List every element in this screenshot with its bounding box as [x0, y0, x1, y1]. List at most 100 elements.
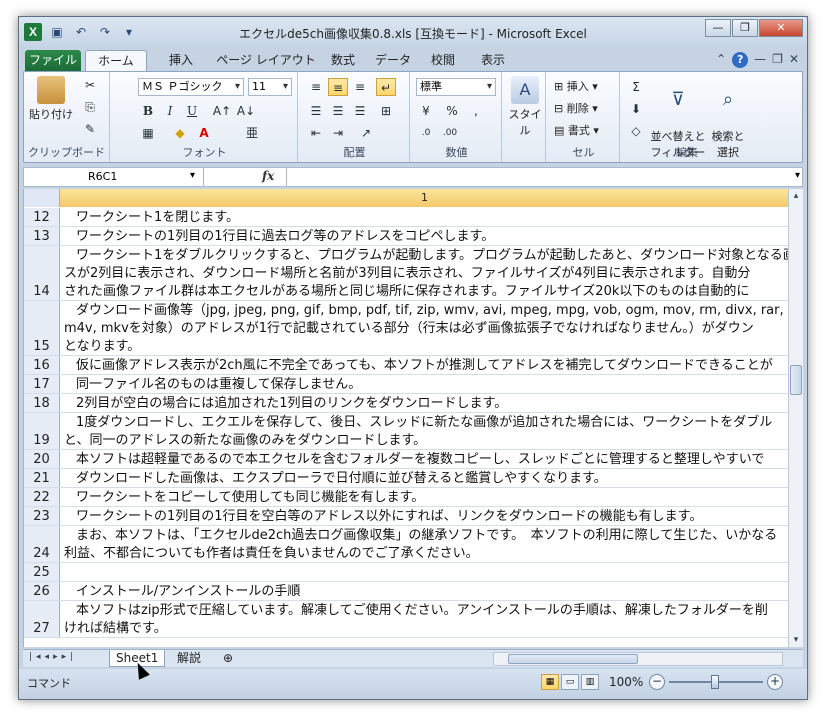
- row-header[interactable]: 19: [24, 413, 60, 449]
- row-header[interactable]: 21: [24, 469, 60, 487]
- doc-restore-icon[interactable]: ❐: [772, 52, 783, 68]
- insert-function-icon[interactable]: fx: [262, 169, 274, 183]
- row-header[interactable]: 20: [24, 450, 60, 468]
- minimize-button[interactable]: —: [705, 19, 731, 37]
- merge-center-icon[interactable]: ⊞: [376, 102, 396, 120]
- table-row[interactable]: 26 インストール/アンインストールの手順: [24, 582, 788, 601]
- zoom-slider-thumb[interactable]: [711, 675, 719, 689]
- tab-view[interactable]: 表示: [471, 50, 515, 71]
- format-painter-icon[interactable]: ✎: [80, 120, 100, 138]
- align-center-icon[interactable]: ☰: [328, 102, 348, 120]
- bold-icon[interactable]: B: [138, 102, 158, 120]
- formula-input[interactable]: [286, 168, 786, 186]
- fill-icon[interactable]: ⬇: [626, 100, 646, 118]
- worksheet-grid[interactable]: 1 12 ワークシート1を閉じます。 13 ワークシートの1列目の1行目に過去ログ等の…: [23, 189, 788, 647]
- zoom-out-icon[interactable]: −: [649, 674, 665, 690]
- zoom-level[interactable]: 100%: [609, 675, 643, 689]
- align-middle-icon[interactable]: ≡: [328, 78, 348, 96]
- row-header[interactable]: 25: [24, 563, 60, 581]
- doc-minimize-icon[interactable]: —: [754, 52, 766, 68]
- table-row[interactable]: 22 ワークシートをコピーして使用しても同じ機能を有します。: [24, 488, 788, 507]
- table-row[interactable]: 24 まお、本ソフトは、「エクセルde2ch過去ログ画像収集」の継承ソフトです。 …: [24, 526, 788, 563]
- row-header[interactable]: 14: [24, 246, 60, 300]
- phonetic-icon[interactable]: 亜: [242, 124, 262, 142]
- format-cells-button[interactable]: ▤ 書式 ▾: [554, 122, 599, 138]
- table-row[interactable]: 23 ワークシートの1列目の1行目を空白等のアドレス以外にすれば、リンクをダウンロ…: [24, 507, 788, 526]
- increase-indent-icon[interactable]: ⇥: [328, 124, 348, 142]
- horizontal-scrollbar[interactable]: [493, 652, 783, 666]
- horizontal-scroll-thumb[interactable]: [508, 654, 638, 664]
- orientation-icon[interactable]: ↗: [356, 124, 376, 142]
- paste-button[interactable]: 貼り付け: [28, 76, 74, 122]
- scroll-down-icon[interactable]: ▾: [789, 633, 803, 647]
- help-icon[interactable]: ?: [732, 52, 749, 68]
- tab-formulas[interactable]: 数式: [321, 50, 365, 71]
- close-button[interactable]: ✕: [759, 19, 803, 37]
- row-header[interactable]: 27: [24, 601, 60, 637]
- sheet-tab-explanation[interactable]: 解説: [171, 650, 207, 667]
- page-break-view-icon[interactable]: ▥: [581, 674, 599, 690]
- doc-close-icon[interactable]: ✕: [789, 52, 799, 68]
- table-row[interactable]: 15 ダウンロード画像等（jpg, jpeg, png, gif, bmp, pd…: [24, 301, 788, 356]
- table-row[interactable]: 19 1度ダウンロードし、エクエルを保存して、後日、スレッドに新たな画像が追加され…: [24, 413, 788, 450]
- shrink-font-icon[interactable]: A↓: [236, 102, 256, 120]
- percent-icon[interactable]: %: [442, 102, 462, 120]
- table-row[interactable]: 14 ワークシート1をダブルクリックすると、プログラムが起動します。プログラムが起…: [24, 246, 788, 301]
- page-layout-view-icon[interactable]: ▭: [561, 674, 579, 690]
- normal-view-icon[interactable]: ▦: [541, 674, 559, 690]
- align-left-icon[interactable]: ☰: [306, 102, 326, 120]
- column-header-1[interactable]: 1: [60, 189, 788, 207]
- grow-font-icon[interactable]: A↑: [212, 102, 232, 120]
- tab-home[interactable]: ホーム: [85, 50, 147, 71]
- name-box[interactable]: R6C1: [24, 168, 204, 186]
- table-row[interactable]: 25: [24, 563, 788, 582]
- vertical-scrollbar[interactable]: ▴ ▾: [788, 189, 803, 647]
- tab-data[interactable]: データ: [371, 50, 415, 71]
- number-format-dropdown[interactable]: 標準: [416, 78, 496, 96]
- row-header[interactable]: 24: [24, 526, 60, 562]
- table-row[interactable]: 18 2列目が空白の場合には追加された1列目のリンクをダウンロードします。: [24, 394, 788, 413]
- insert-cells-button[interactable]: ⊞ 挿入 ▾: [554, 78, 598, 94]
- delete-cells-button[interactable]: ⊟ 削除 ▾: [554, 100, 598, 116]
- autosum-icon[interactable]: Σ: [626, 78, 646, 96]
- row-header[interactable]: 17: [24, 375, 60, 393]
- decrease-decimal-icon[interactable]: .00: [440, 124, 460, 142]
- row-header[interactable]: 18: [24, 394, 60, 412]
- borders-icon[interactable]: ▦: [138, 124, 158, 142]
- table-row[interactable]: 12 ワークシート1を閉じます。: [24, 208, 788, 227]
- tab-page-layout[interactable]: ページ レイアウト: [215, 50, 317, 71]
- minimize-ribbon-icon[interactable]: ⌃: [716, 52, 726, 68]
- fill-color-icon[interactable]: ◆: [170, 124, 190, 142]
- align-bottom-icon[interactable]: ≡: [350, 78, 370, 96]
- table-row[interactable]: 16 仮に画像アドレス表示が2ch風に不完全であっても、本ソフトが推測してアドレス…: [24, 356, 788, 375]
- table-row[interactable]: 17 同一ファイル名のものは重複して保存しません。: [24, 375, 788, 394]
- scroll-up-icon[interactable]: ▴: [789, 189, 803, 203]
- underline-icon[interactable]: U: [182, 102, 202, 120]
- row-header[interactable]: 15: [24, 301, 60, 355]
- increase-decimal-icon[interactable]: .0: [416, 124, 436, 142]
- row-header[interactable]: 13: [24, 227, 60, 245]
- sheet-nav-arrows-icon[interactable]: |◂◂▸▸|: [29, 652, 77, 662]
- select-all-button[interactable]: [24, 189, 60, 207]
- restore-button[interactable]: ❐: [732, 19, 758, 37]
- font-size-dropdown[interactable]: 11: [248, 78, 292, 96]
- row-header[interactable]: 22: [24, 488, 60, 506]
- expand-formula-icon[interactable]: ▾: [795, 170, 800, 181]
- row-header[interactable]: 12: [24, 208, 60, 226]
- vertical-scroll-thumb[interactable]: [790, 365, 802, 395]
- comma-icon[interactable]: ,: [466, 102, 486, 120]
- wrap-text-icon[interactable]: ↵: [376, 78, 396, 96]
- tab-review[interactable]: 校閲: [421, 50, 465, 71]
- zoom-in-icon[interactable]: +: [767, 674, 783, 690]
- align-top-icon[interactable]: ≡: [306, 78, 326, 96]
- currency-icon[interactable]: ¥: [416, 102, 436, 120]
- italic-icon[interactable]: I: [160, 102, 180, 120]
- tab-insert[interactable]: 挿入: [159, 50, 203, 71]
- clear-icon[interactable]: ◇: [626, 122, 646, 140]
- align-right-icon[interactable]: ☰: [350, 102, 370, 120]
- styles-button[interactable]: A スタイル: [506, 76, 544, 138]
- font-color-icon[interactable]: A: [194, 124, 214, 142]
- table-row[interactable]: 20 本ソフトは超軽量であるので本エクセルを含むフォルダーを複数コピーし、スレッド…: [24, 450, 788, 469]
- table-row[interactable]: 27 本ソフトはzip形式で圧縮しています。解凍してご使用ください。アンインストー…: [24, 601, 788, 638]
- insert-sheet-icon[interactable]: ⊕: [219, 650, 237, 667]
